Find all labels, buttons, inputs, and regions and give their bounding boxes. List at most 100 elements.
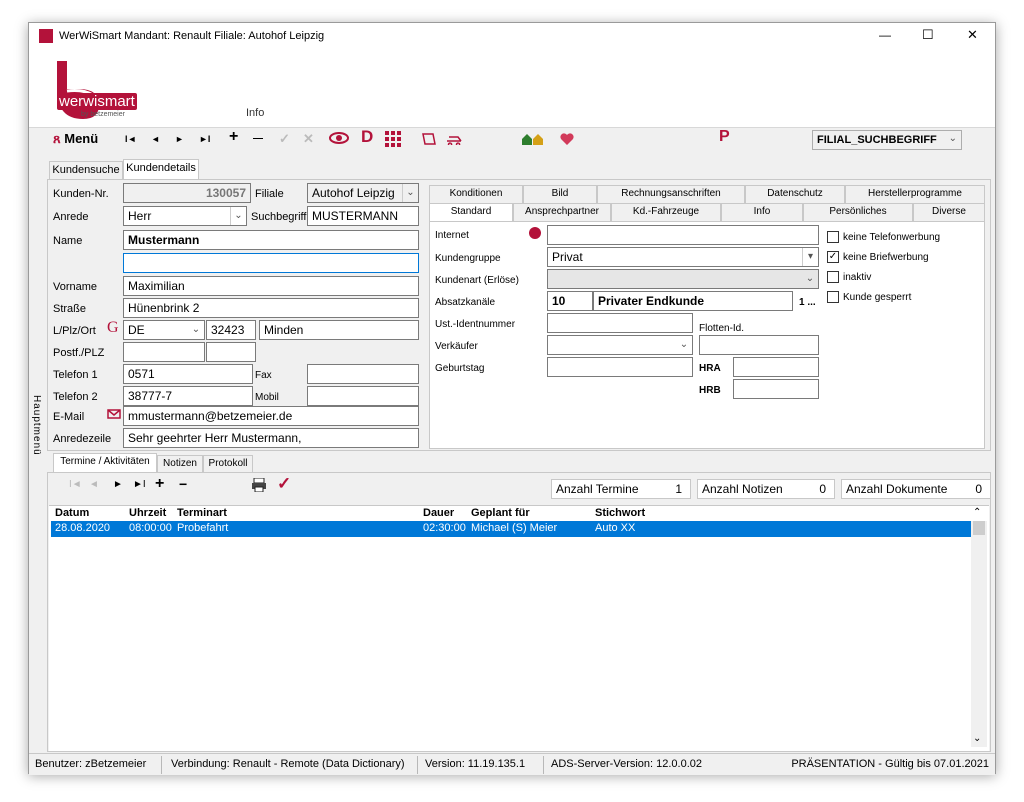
name2-field[interactable]: [123, 253, 419, 273]
tab-termine[interactable]: Termine / Aktivitäten: [53, 453, 157, 473]
postf-plz-field[interactable]: [206, 342, 256, 362]
minimize-button[interactable]: —: [879, 28, 891, 42]
check-icon[interactable]: ✓: [277, 474, 291, 494]
keine-telefonwerbung-checkbox[interactable]: [827, 231, 839, 243]
first-record-button[interactable]: I◄: [125, 131, 136, 147]
tab-notizen[interactable]: Notizen: [157, 455, 203, 473]
tab-rechnungsanschriften[interactable]: Rechnungsanschriften: [597, 185, 745, 203]
globe-icon[interactable]: [529, 227, 541, 239]
email-field[interactable]: mmustermann@betzemeier.de: [123, 406, 419, 426]
termine-next-button[interactable]: ►: [113, 479, 123, 490]
anredezeile-field[interactable]: Sehr geehrter Herr Mustermann,: [123, 428, 419, 448]
vertical-scrollbar[interactable]: [971, 521, 987, 747]
grid-icon[interactable]: [385, 131, 401, 151]
absatz-text-field[interactable]: Privater Endkunde: [593, 291, 793, 311]
grid-header-geplant[interactable]: Geplant für: [471, 507, 530, 519]
name-field[interactable]: Mustermann: [123, 230, 419, 250]
chevron-down-icon: ⌄: [191, 324, 201, 335]
tab-kd-fahrzeuge[interactable]: Kd.-Fahrzeuge: [611, 203, 721, 221]
hra-field[interactable]: [733, 357, 819, 377]
tab-diverse[interactable]: Diverse: [913, 203, 985, 221]
houses-icon[interactable]: [521, 132, 545, 150]
hrb-field[interactable]: [733, 379, 819, 399]
tab-konditionen[interactable]: Konditionen: [429, 185, 523, 203]
next-record-button[interactable]: ►: [175, 131, 184, 147]
email-icon[interactable]: [107, 408, 121, 423]
verkaeufer-select[interactable]: ⌄: [547, 335, 693, 355]
ort-field[interactable]: Minden: [259, 320, 419, 340]
ustid-field[interactable]: [547, 313, 693, 333]
prev-record-button[interactable]: ◄: [151, 131, 160, 147]
scroll-up-icon[interactable]: ⌃: [973, 507, 981, 518]
tab-persoenliches[interactable]: Persönliches: [803, 203, 913, 221]
d-button[interactable]: D: [361, 128, 373, 145]
maximize-button[interactable]: ☐: [922, 27, 934, 43]
vorname-field[interactable]: Maximilian: [123, 276, 419, 296]
remove-button[interactable]: —: [253, 131, 263, 147]
tab-herstellerprogramme[interactable]: Herstellerprogramme: [845, 185, 985, 203]
tab-info[interactable]: Info: [721, 203, 803, 221]
chevron-down-icon: ⌄: [805, 273, 815, 284]
eye-icon[interactable]: [329, 131, 349, 149]
tel1-field[interactable]: 0571: [123, 364, 253, 384]
filiale-select[interactable]: Autohof Leipzig ⌄: [307, 183, 419, 203]
termine-last-button[interactable]: ►I: [133, 479, 146, 490]
cancel-button[interactable]: ✕: [303, 131, 314, 147]
document-icon[interactable]: [421, 133, 437, 149]
printer-icon[interactable]: [251, 477, 267, 495]
email-value: mmustermann@betzemeier.de: [128, 409, 293, 423]
menu-button[interactable]: ጸ Menü: [53, 131, 98, 147]
grid-header-uhrzeit[interactable]: Uhrzeit: [129, 507, 166, 519]
tab-kundendetails[interactable]: Kundendetails: [123, 159, 199, 179]
keine-briefwerbung-checkbox[interactable]: ✓: [827, 251, 839, 263]
scroll-down-icon[interactable]: ⌄: [973, 733, 981, 744]
last-record-button[interactable]: ►I: [199, 131, 210, 147]
car-icon[interactable]: [445, 133, 463, 149]
termine-remove-button[interactable]: −: [179, 476, 187, 492]
kundengruppe-select[interactable]: Privat ▾: [547, 247, 819, 267]
hauptmenu-sidebar[interactable]: Hauptmenü: [31, 395, 43, 485]
heart-icon[interactable]: [559, 132, 575, 150]
plz-field[interactable]: 32423: [206, 320, 256, 340]
grid-header-stichwort[interactable]: Stichwort: [595, 507, 645, 519]
absatz-more-button[interactable]: 1 ...: [799, 296, 816, 309]
grid-header-dauer[interactable]: Dauer: [423, 507, 454, 519]
p-button[interactable]: P: [719, 129, 730, 145]
tel2-field[interactable]: 38777-7: [123, 386, 253, 406]
suchbegriff-field[interactable]: MUSTERMANN: [307, 206, 419, 226]
google-icon[interactable]: G: [107, 319, 119, 337]
search-field-select[interactable]: FILIAL_SUCHBEGRIFF ⌄: [812, 130, 962, 150]
anrede-select[interactable]: Herr ⌄: [123, 206, 247, 226]
brand-sub: by betzemeier: [81, 111, 125, 118]
confirm-button[interactable]: ✓: [279, 131, 290, 147]
tab-ansprechpartner[interactable]: Ansprechpartner: [513, 203, 611, 221]
tab-protokoll[interactable]: Protokoll: [203, 455, 253, 473]
internet-field[interactable]: [547, 225, 819, 245]
tab-bild[interactable]: Bild: [523, 185, 597, 203]
kundenart-select[interactable]: ⌄: [547, 269, 819, 289]
termine-first-button[interactable]: I◄: [69, 479, 82, 490]
land-select[interactable]: DE ⌄: [123, 320, 205, 340]
name-label: Name: [53, 235, 83, 247]
inaktiv-checkbox[interactable]: [827, 271, 839, 283]
tab-standard[interactable]: Standard: [429, 203, 513, 222]
kundennr-value: 130057: [205, 186, 246, 200]
strasse-field[interactable]: Hünenbrink 2: [123, 298, 419, 318]
kunde-gesperrt-checkbox[interactable]: [827, 291, 839, 303]
scrollbar-thumb[interactable]: [973, 521, 985, 535]
termine-add-button[interactable]: +: [155, 475, 164, 493]
absatz-code-field[interactable]: 10: [547, 291, 593, 311]
table-row[interactable]: 28.08.2020 08:00:00 Probefahrt 02:30:00 …: [51, 521, 971, 537]
termine-prev-button[interactable]: ◄: [89, 479, 99, 490]
geburtstag-field[interactable]: [547, 357, 693, 377]
flotten-field[interactable]: [699, 335, 819, 355]
tab-datenschutz[interactable]: Datenschutz: [745, 185, 845, 203]
fax-field[interactable]: [307, 364, 419, 384]
mobil-field[interactable]: [307, 386, 419, 406]
grid-header-datum[interactable]: Datum: [55, 507, 89, 519]
close-button[interactable]: ✕: [967, 27, 978, 43]
postf-field[interactable]: [123, 342, 205, 362]
add-button[interactable]: +: [229, 129, 238, 145]
tab-kundensuche[interactable]: Kundensuche: [49, 161, 123, 179]
grid-header-terminart[interactable]: Terminart: [177, 507, 227, 519]
